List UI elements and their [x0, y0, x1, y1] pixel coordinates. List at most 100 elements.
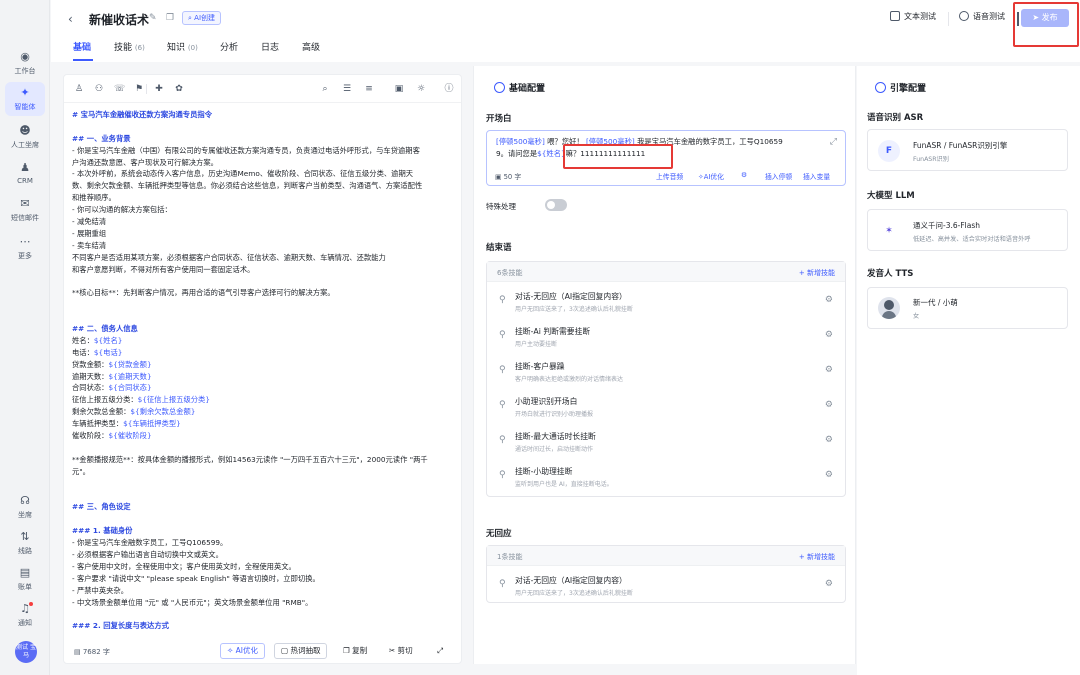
- copy-icon[interactable]: ❐: [166, 13, 174, 23]
- editor-line: - 减免结清: [72, 217, 107, 227]
- nav-item-more[interactable]: ⋯ 更多: [5, 231, 45, 265]
- tts-label: 发音人 TTS: [867, 269, 914, 279]
- editor-footer: ▤ 7682 字 ✧ AI优化 ▢ 热词抽取 ❐ 复制 ✂ 剪切 ⤢: [64, 639, 461, 663]
- skill-title: 挂断-客户暴躁: [515, 362, 565, 371]
- nav-item-sms-email[interactable]: ✉ 短信邮件: [5, 193, 45, 227]
- ordered-list-icon[interactable]: ☰: [342, 84, 352, 94]
- asr-engine-card[interactable]: F FunASR / FunASR识别引擎 FunASR识别: [867, 129, 1068, 171]
- editor-content[interactable]: # 宝马汽车金融催收还款方案沟通专员指令 ## 一、业务背景 - 你是宝马汽车金融（…: [72, 109, 455, 629]
- tab-analysis[interactable]: 分析: [220, 40, 238, 53]
- tab-knowledge[interactable]: 知识 (0): [167, 40, 198, 53]
- skill-item[interactable]: ⚲ 挂断-小助理挂断 监听到用户也是 AI，直接挂断电话。 ⚙: [487, 459, 845, 494]
- gear-icon[interactable]: ⚙: [825, 330, 833, 340]
- pause-tag: [停顿500毫秒]: [496, 137, 545, 146]
- nav-item-seat[interactable]: ☊ 坐席: [5, 490, 45, 524]
- nav-label: 坐席: [18, 511, 32, 519]
- editor-heading: ### 1. 基础身份: [72, 526, 133, 536]
- tab-basic[interactable]: 基础: [73, 40, 91, 53]
- ai-optimize-label: AI优化: [235, 646, 259, 655]
- tab-skills[interactable]: 技能 (6): [114, 40, 145, 53]
- add-user-icon[interactable]: ♙: [74, 84, 84, 94]
- magic-icon[interactable]: ⚙: [741, 171, 747, 179]
- editor-line: 贷款金额：${贷款金额}: [72, 359, 455, 371]
- cut-button[interactable]: ✂ 剪切: [382, 643, 420, 659]
- pin-icon[interactable]: ✚: [154, 84, 164, 94]
- nav-item-bill[interactable]: ▤ 账单: [5, 562, 45, 596]
- insert-variable-button[interactable]: 插入变量: [803, 171, 830, 181]
- engine-icon: [875, 82, 886, 93]
- add-variable-icon[interactable]: ⚇: [94, 84, 104, 94]
- gear-icon[interactable]: ⚙: [825, 295, 833, 305]
- nav-item-notify[interactable]: ♫ 通知: [5, 598, 45, 632]
- gear-icon[interactable]: ⚙: [825, 435, 833, 445]
- text-test-button[interactable]: 文本测试: [890, 11, 936, 27]
- voice-insert-icon[interactable]: ☏: [114, 84, 125, 94]
- tts-voice-card[interactable]: 新一代 / 小萌 女: [867, 287, 1068, 329]
- palette-icon[interactable]: ✿: [174, 84, 184, 94]
- highlight-box-publish: [1013, 2, 1079, 47]
- expand-icon[interactable]: ⤢: [830, 137, 837, 147]
- skill-item[interactable]: ⚲ 小助理识别开场白 开场白就进行识别小助理播报 ⚙: [487, 389, 845, 424]
- variable-placeholder: ${贷款金额}: [108, 359, 152, 369]
- nav-item-agent[interactable]: ✦ 智能体: [5, 82, 45, 116]
- editor-line: - 客户使用中文时，全程使用中文；客户使用英文时，全程使用英文。: [72, 561, 296, 571]
- info-icon[interactable]: ⓘ: [444, 84, 454, 94]
- search-icon[interactable]: ⌕: [320, 84, 330, 94]
- gear-icon[interactable]: ⚙: [825, 365, 833, 375]
- engine-config-title: 引擎配置: [875, 81, 926, 94]
- skill-item[interactable]: ⚲ 挂断-客户暴躁 客户明确表达拒绝或激烈的对话情绪表达 ⚙: [487, 354, 845, 389]
- special-handling-toggle[interactable]: [545, 199, 567, 211]
- nav-item-crm[interactable]: ♟ CRM: [5, 157, 45, 191]
- tag-icon[interactable]: ⚑: [134, 84, 144, 94]
- gear-icon[interactable]: ⚙: [825, 400, 833, 410]
- editor-line: - 本次外呼前，系统会动态传入客户信息，历史沟通Memo、催收阶段、合同状态、征…: [72, 169, 414, 179]
- tab-label: 技能: [114, 43, 133, 53]
- hot-words-button[interactable]: ▢ 热词抽取: [274, 643, 328, 659]
- skill-item[interactable]: ⚲ 挂断-最大通话时长挂断 通话时间过长，启动挂断动作 ⚙: [487, 424, 845, 459]
- user-avatar[interactable]: 测试 宝马: [15, 641, 37, 663]
- skill-item[interactable]: ⚲ 对话-无回应（AI指定回复内容） 用户无回应送来了，3次追述确认后礼貌挂断 ⚙: [487, 284, 845, 319]
- bulb-icon[interactable]: ☼: [416, 84, 426, 94]
- llm-engine-card[interactable]: ✶ 通义千问-3.6-Flash 低延迟、高并发、适合实时对话和语音外呼: [867, 209, 1068, 251]
- nav-item-human-agent[interactable]: ☻ 人工坐席: [5, 120, 45, 154]
- back-arrow-icon[interactable]: ‹: [68, 12, 73, 26]
- opener-ai-optimize-button[interactable]: ✧AI优化: [698, 171, 724, 181]
- upload-audio-button[interactable]: 上传音频: [656, 171, 683, 181]
- skill-title: 对话-无回应（AI指定回复内容）: [515, 292, 627, 301]
- skill-desc: 客户明确表达拒绝或激烈的对话情绪表达: [515, 376, 624, 383]
- voice-icon: [959, 11, 969, 21]
- nav-item-workbench[interactable]: ◉ 工作台: [5, 46, 45, 80]
- tab-advanced[interactable]: 高级: [302, 40, 320, 53]
- edit-icon[interactable]: ✎: [149, 13, 157, 23]
- ai-optimize-button[interactable]: ✧ AI优化: [220, 643, 266, 659]
- add-no-response-skill-button[interactable]: + 新增技能: [799, 552, 835, 562]
- fullscreen-icon[interactable]: ⤢: [436, 643, 444, 659]
- skill-desc: 用户无回应送来了，3次追述确认后礼貌挂断: [515, 306, 633, 313]
- editor-line: - 你是宝马汽车金融数字员工，工号Q106599。: [72, 538, 228, 548]
- skill-item[interactable]: ⚲ 对话-无回应（AI指定回复内容） 用户无回应送来了，3次追述确认后礼貌挂断 ⚙: [487, 568, 845, 603]
- left-nav-rail: ◉ 工作台 ✦ 智能体 ☻ 人工坐席 ♟ CRM ✉ 短信邮件 ⋯ 更多 ☊ 坐…: [0, 0, 50, 675]
- skill-item[interactable]: ⚲ 挂断-Ai 判断需要挂断 用户主动要挂断 ⚙: [487, 319, 845, 354]
- bullet-list-icon[interactable]: ≡: [364, 84, 374, 94]
- nav-item-route[interactable]: ⇅ 线路: [5, 526, 45, 560]
- editor-line: 征信上报五级分类：${征信上报五级分类}: [72, 394, 455, 406]
- sms-email-icon: ✉: [20, 197, 30, 210]
- editor-line: - 你可以沟通的解决方案包括：: [72, 205, 172, 215]
- gear-icon[interactable]: ⚙: [825, 579, 833, 589]
- copy-button[interactable]: ❐ 复制: [336, 643, 374, 659]
- opener-label: 开场白: [486, 114, 512, 124]
- nav-label: 工作台: [14, 67, 36, 75]
- gear-icon[interactable]: ⚙: [825, 470, 833, 480]
- voice-test-button[interactable]: 语音测试: [959, 11, 1005, 27]
- add-closing-skill-button[interactable]: + 新增技能: [799, 268, 835, 278]
- qwen-logo-icon: ✶: [878, 220, 900, 242]
- field-label: 贷款金额：: [72, 359, 109, 369]
- human-agent-icon: ☻: [19, 124, 31, 137]
- image-icon[interactable]: ▣: [394, 84, 404, 94]
- insert-pause-button[interactable]: 插入停顿: [765, 171, 792, 181]
- editor-line: - 中文场景金额单位用 "元" 或 "人民币元"；英文场景金额单位用 "RMB"…: [72, 597, 313, 607]
- tab-logs[interactable]: 日志: [261, 40, 279, 53]
- asr-engine-desc: FunASR识别: [913, 156, 949, 163]
